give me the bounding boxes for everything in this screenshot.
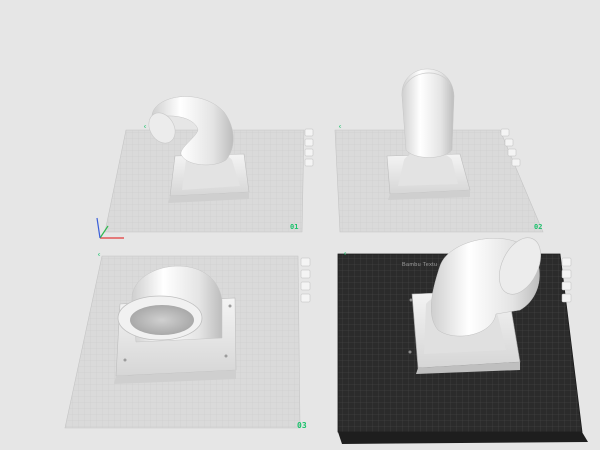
plate-number-label: 01 xyxy=(290,223,298,231)
svg-text:ᶜ: ᶜ xyxy=(143,124,147,132)
svg-text:ᶜ: ᶜ xyxy=(338,124,342,132)
3d-viewport[interactable]: ᶜ 01 ᶜ 02 ᶜ 03 ᶜ Bambu Textu xyxy=(0,0,600,450)
build-plate-1[interactable]: ᶜ 01 xyxy=(96,96,305,239)
plate-orient-icon[interactable] xyxy=(304,138,314,147)
build-plate-4[interactable]: ᶜ Bambu Textu xyxy=(337,231,588,444)
plate-settings-icon[interactable] xyxy=(511,158,521,167)
plate-orient-icon[interactable] xyxy=(300,269,311,279)
plate-settings-icon[interactable] xyxy=(304,158,314,167)
plate-number-label: 03 xyxy=(297,421,307,430)
plate-lock-icon[interactable] xyxy=(561,281,572,291)
plate-arrange-icon[interactable] xyxy=(304,128,314,137)
plate-1-toolbar xyxy=(304,128,314,167)
plate-settings-icon[interactable] xyxy=(561,293,572,303)
plate-3-toolbar xyxy=(300,257,311,303)
plate-lock-icon[interactable] xyxy=(300,281,311,291)
plate-lock-icon[interactable] xyxy=(507,148,517,157)
svg-text:ᶜ: ᶜ xyxy=(343,251,347,259)
plate-arrange-icon[interactable] xyxy=(561,257,572,267)
plate-arrange-icon[interactable] xyxy=(300,257,311,267)
plate-settings-icon[interactable] xyxy=(300,293,311,303)
svg-text:ᶜ: ᶜ xyxy=(97,252,101,260)
plate-brand-label: Bambu Textu xyxy=(402,262,437,268)
plate-arrange-icon[interactable] xyxy=(500,128,510,137)
plate-orient-icon[interactable] xyxy=(504,138,514,147)
build-plate-3[interactable]: ᶜ 03 xyxy=(64,252,307,430)
plate-lock-icon[interactable] xyxy=(304,148,314,157)
plate-number-label: 02 xyxy=(534,223,542,231)
plate-orient-icon[interactable] xyxy=(561,269,572,279)
